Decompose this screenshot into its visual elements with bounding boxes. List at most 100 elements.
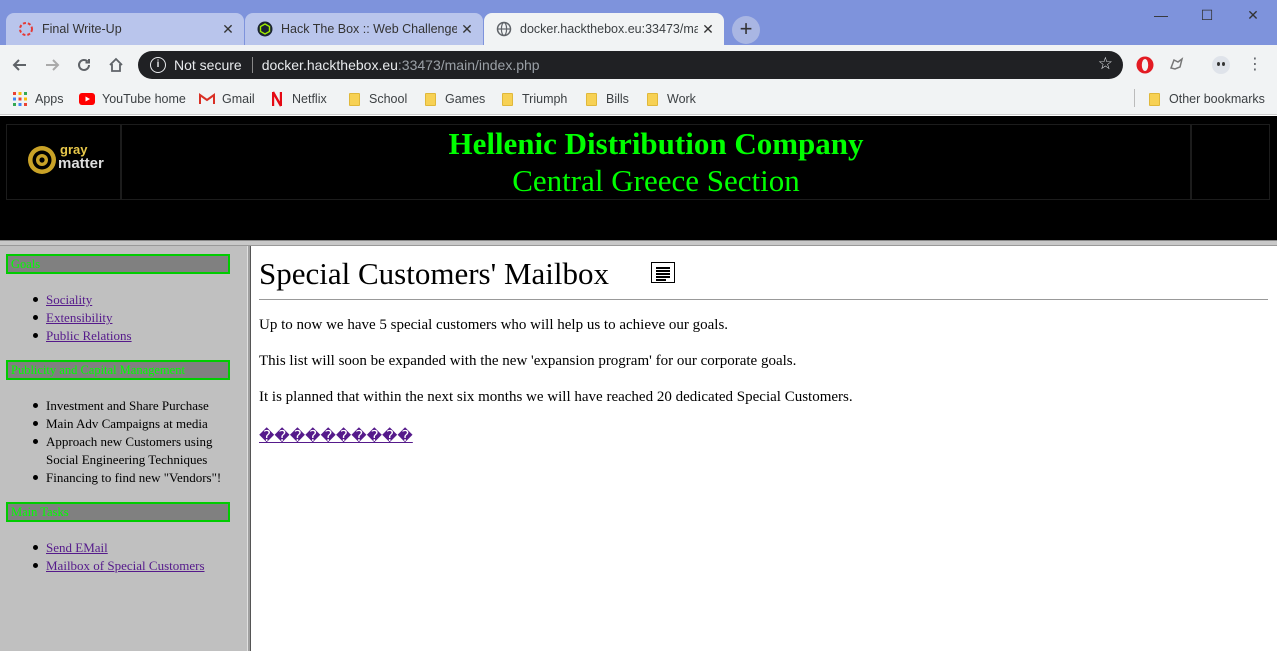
opera-extension-icon[interactable]	[1135, 55, 1155, 75]
new-tab-button[interactable]: +	[732, 16, 760, 44]
folder-icon	[583, 91, 599, 107]
page-title: Special Customers' Mailbox	[259, 256, 609, 291]
link-public-relations[interactable]: Public Relations	[46, 328, 132, 343]
section-heading-goals: Goals	[6, 254, 230, 274]
bookmarks-divider	[1134, 89, 1135, 107]
section-heading-publicity: Publicity and Capital Management	[6, 360, 230, 380]
list-item: Main Adv Campaigns at media	[33, 415, 231, 433]
paragraph-plan: It is planned that within the next six m…	[259, 389, 853, 405]
bookmark-bills[interactable]: Bills	[583, 90, 629, 108]
folder-icon	[422, 91, 438, 107]
folder-icon	[644, 91, 660, 107]
hackthebox-cube-icon	[257, 21, 273, 37]
garbled-link[interactable]: ����������	[259, 427, 413, 445]
profile-avatar-icon[interactable]	[1211, 55, 1231, 75]
tab-title: docker.hackthebox.eu:33473/mai	[520, 22, 698, 36]
bookmark-label: School	[369, 92, 408, 106]
bookmark-label: Games	[445, 92, 486, 106]
bookmark-work[interactable]: Work	[644, 90, 696, 108]
graymatter-logo: gray matter	[25, 141, 104, 179]
bookmark-triumph[interactable]: Triumph	[499, 90, 567, 108]
paragraph-expansion: This list will soon be expanded with the…	[259, 353, 797, 369]
list-item: Send EMail	[33, 539, 205, 557]
tab-close-icon[interactable]: ✕	[457, 21, 477, 38]
browser-toolbar: i Not secure docker.hackthebox.eu:33473/…	[0, 45, 1277, 84]
publicity-list: Investment and Share Purchase Main Adv C…	[33, 397, 231, 487]
bookmark-apps[interactable]: Apps	[12, 90, 64, 108]
apps-grid-icon	[12, 91, 28, 107]
home-icon[interactable]	[104, 53, 128, 77]
bookmark-star-icon[interactable]: ☆	[1098, 54, 1113, 74]
bookmark-gmail[interactable]: Gmail	[199, 90, 255, 108]
bookmark-other-bookmarks[interactable]: Other bookmarks	[1146, 90, 1265, 108]
close-window-button[interactable]: ✕	[1230, 4, 1276, 26]
list-item: Investment and Share Purchase	[33, 397, 231, 415]
omnibox-divider	[251, 57, 253, 73]
site-header: gray matter Hellenic Distribution Compan…	[0, 116, 1277, 240]
globe-icon	[496, 21, 512, 37]
goals-list: Sociality Extensibility Public Relations	[33, 291, 132, 345]
back-arrow-icon[interactable]	[8, 53, 32, 77]
company-title: Hellenic Distribution Company	[448, 126, 864, 161]
list-item: Mailbox of Special Customers	[33, 557, 205, 575]
main-content: Special Customers' Mailbox Up to now we …	[251, 246, 1277, 651]
bookmarks-bar: Apps YouTube home Gmail Netflix School G…	[0, 84, 1277, 115]
minimize-button[interactable]: —	[1138, 4, 1184, 26]
bookmark-youtube[interactable]: YouTube home	[79, 90, 186, 108]
bookmark-school[interactable]: School	[346, 90, 407, 108]
tab-title: Final Write-Up	[42, 22, 122, 36]
bookmark-label: Bills	[606, 92, 629, 106]
bookmark-label: Gmail	[222, 92, 255, 106]
title-rule	[259, 299, 1268, 300]
reload-icon[interactable]	[72, 53, 96, 77]
sidebar-nav: Goals Sociality Extensibility Public Rel…	[0, 246, 247, 651]
link-mailbox-special-customers[interactable]: Mailbox of Special Customers	[46, 558, 205, 573]
tab-close-icon[interactable]: ✕	[218, 21, 238, 38]
folder-icon	[346, 91, 362, 107]
list-item: Financing to find new "Vendors"!	[33, 469, 231, 487]
header-right-cell	[1191, 124, 1270, 200]
bookmark-label: Netflix	[292, 92, 327, 106]
loading-ring-icon	[18, 21, 34, 37]
bookmark-label: YouTube home	[102, 92, 186, 106]
tab-final-write-up[interactable]: Final Write-Up ✕	[6, 13, 244, 45]
url-path[interactable]: :33473/main/index.php	[398, 57, 540, 73]
list-item: Sociality	[33, 291, 132, 309]
logo-text-bottom: matter	[58, 155, 104, 172]
forward-arrow-icon[interactable]	[40, 53, 64, 77]
paragraph-customers: Up to now we have 5 special customers wh…	[259, 317, 729, 333]
gmail-icon	[199, 91, 215, 107]
folder-icon	[499, 91, 515, 107]
kebab-menu-icon[interactable]: ⋮	[1245, 55, 1265, 75]
list-item: Public Relations	[33, 327, 132, 345]
extension-icon[interactable]	[1167, 55, 1187, 75]
bookmark-label: Other bookmarks	[1169, 92, 1265, 106]
link-extensibility[interactable]: Extensibility	[46, 310, 112, 325]
link-sociality[interactable]: Sociality	[46, 292, 92, 307]
info-icon[interactable]: i	[150, 57, 166, 73]
bookmark-label: Work	[667, 92, 696, 106]
address-bar[interactable]: i Not secure docker.hackthebox.eu:33473/…	[138, 51, 1123, 79]
bookmark-label: Apps	[35, 92, 64, 106]
maximize-button[interactable]: ☐	[1184, 4, 1230, 26]
section-heading-main-tasks: Main Tasks	[6, 502, 230, 522]
tab-close-icon[interactable]: ✕	[698, 21, 718, 38]
bookmark-label: Triumph	[522, 92, 568, 106]
netflix-icon	[269, 91, 285, 107]
link-send-email[interactable]: Send EMail	[46, 540, 108, 555]
browser-tabstrip: Final Write-Up ✕ Hack The Box :: Web Cha…	[0, 0, 1277, 45]
document-list-icon[interactable]	[651, 262, 675, 283]
tab-title: Hack The Box :: Web Challenges	[281, 22, 457, 36]
bookmark-games[interactable]: Games	[422, 90, 485, 108]
folder-icon	[1146, 91, 1162, 107]
tab-hack-the-box[interactable]: Hack The Box :: Web Challenges ✕	[245, 13, 483, 45]
company-subtitle: Central Greece Section	[512, 163, 800, 198]
security-label[interactable]: Not secure	[174, 57, 242, 73]
url-host[interactable]: docker.hackthebox.eu	[262, 57, 398, 73]
web-page: gray matter Hellenic Distribution Compan…	[0, 116, 1277, 651]
list-item: Approach new Customers using Social Engi…	[33, 433, 231, 469]
tasks-list: Send EMail Mailbox of Special Customers	[33, 539, 205, 575]
tab-docker-active[interactable]: docker.hackthebox.eu:33473/mai ✕	[484, 13, 724, 45]
list-item: Extensibility	[33, 309, 132, 327]
bookmark-netflix[interactable]: Netflix	[269, 90, 327, 108]
